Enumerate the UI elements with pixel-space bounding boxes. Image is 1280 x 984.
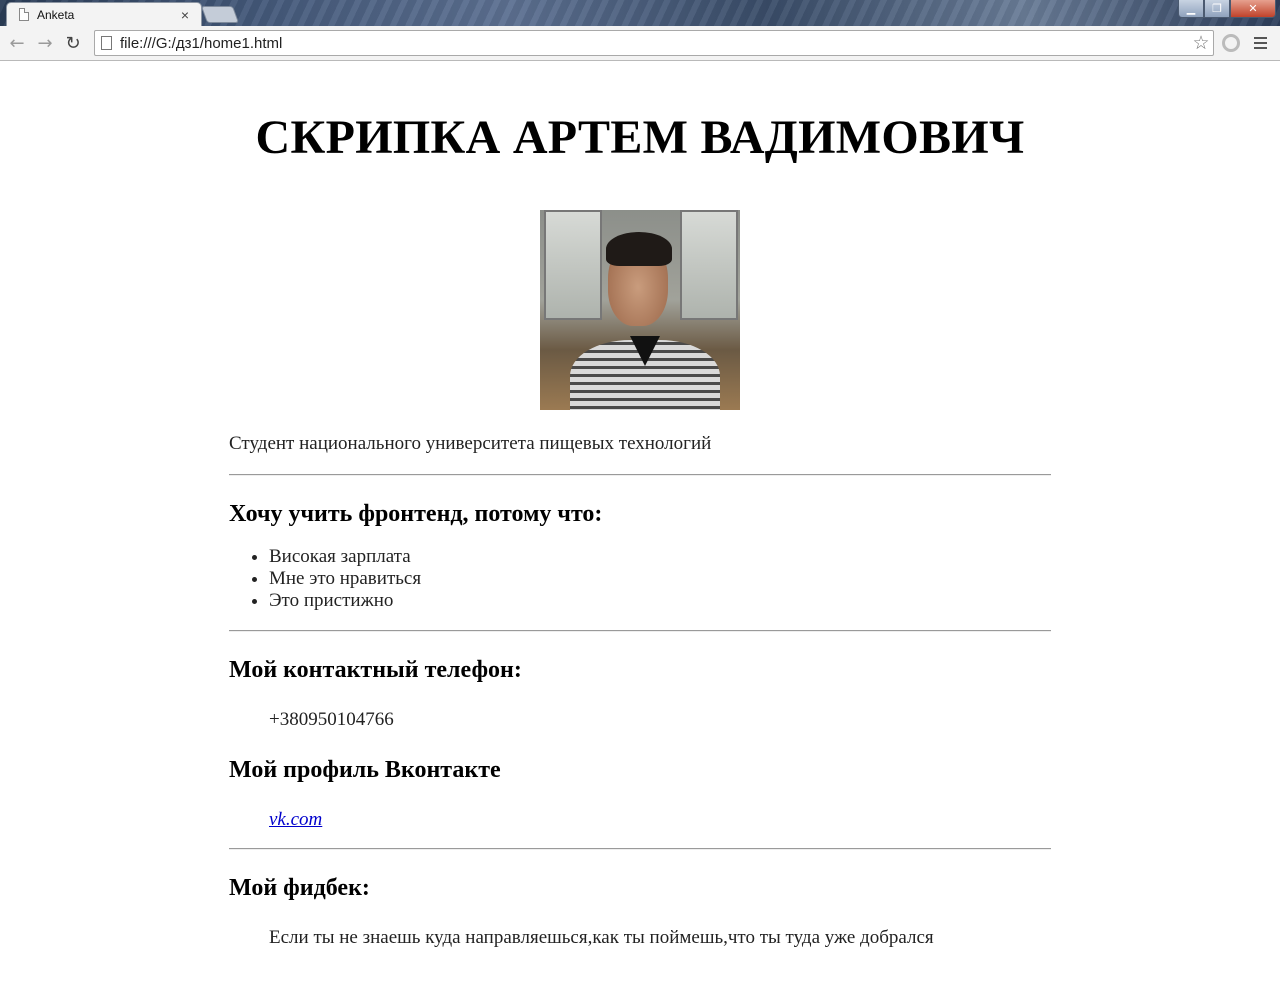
new-tab-button[interactable]	[200, 6, 240, 23]
star-icon[interactable]: ☆	[1189, 32, 1213, 54]
divider	[229, 630, 1051, 632]
page-icon	[19, 8, 29, 21]
feedback-heading: Мой фидбек:	[229, 875, 370, 901]
back-arrow-icon[interactable]: ←	[3, 29, 31, 57]
minimize-button[interactable]: ▁	[1178, 0, 1204, 18]
forward-arrow-icon[interactable]: →	[31, 29, 59, 57]
phone-heading: Мой контактный телефон:	[229, 657, 522, 683]
page-title: СКРИПКА АРТЕМ ВАДИМОВИЧ	[255, 111, 1025, 164]
tab-title: Anketa	[37, 7, 75, 22]
window-controls: ▁ ❐ ✕	[1178, 0, 1276, 18]
page-content: СКРИПКА АРТЕМ ВАДИМОВИЧ Студент национал…	[229, 62, 1051, 949]
list-item: Мне это нравиться	[269, 568, 1051, 590]
divider	[229, 848, 1051, 850]
tab-close-icon[interactable]: ×	[177, 7, 193, 23]
list-item: Високая зарплата	[269, 546, 1051, 568]
url-text[interactable]: file:///G:/дз1/home1.html	[120, 35, 1189, 52]
page-icon	[101, 36, 112, 50]
reload-icon[interactable]: ↻	[59, 29, 87, 57]
profile-photo	[540, 210, 740, 410]
phone-number: +380950104766	[269, 709, 394, 730]
photo-background-window	[680, 210, 738, 320]
subtitle: Студент национального университета пищев…	[229, 433, 712, 454]
divider	[229, 474, 1051, 476]
feedback-text: Если ты не знаешь куда направляешься,как…	[269, 927, 934, 948]
vk-link-container: vk.com	[229, 809, 1051, 831]
why-heading: Хочу учить фронтенд, потому что:	[229, 501, 603, 527]
vk-link[interactable]: vk.com	[269, 809, 322, 830]
menu-icon[interactable]	[1252, 33, 1270, 53]
photo-container	[229, 210, 1051, 410]
browser-toolbar: ← → ↻ file:///G:/дз1/home1.html ☆	[0, 26, 1280, 61]
extension-icon[interactable]	[1222, 34, 1240, 52]
maximize-button[interactable]: ❐	[1204, 0, 1230, 18]
close-window-button[interactable]: ✕	[1230, 0, 1276, 18]
photo-hair	[606, 232, 672, 266]
vk-heading: Мой профиль Вконтакте	[229, 757, 501, 783]
reasons-list: Високая зарплата Мне это нравиться Это п…	[229, 546, 1051, 612]
address-bar[interactable]: file:///G:/дз1/home1.html ☆	[94, 30, 1214, 56]
list-item: Это пристижно	[269, 590, 1051, 612]
browser-tab[interactable]: Anketa ×	[6, 2, 202, 26]
photo-background-window	[544, 210, 602, 320]
